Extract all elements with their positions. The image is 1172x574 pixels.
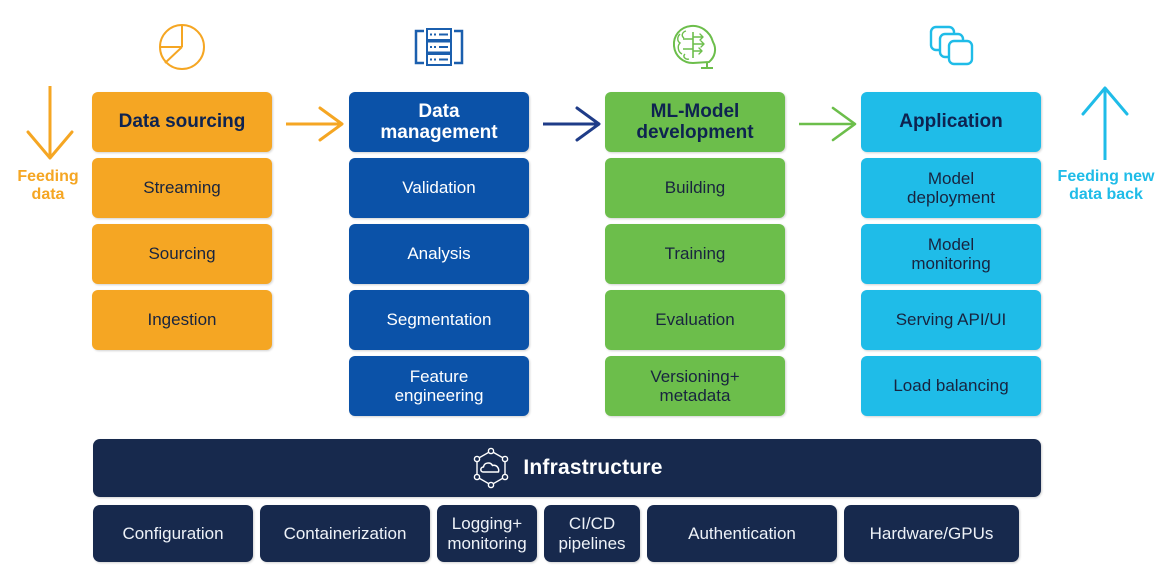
list-item-label: Sourcing — [148, 244, 216, 264]
list-item[interactable]: Serving API/UI — [861, 290, 1041, 350]
list-item[interactable]: Logging+ monitoring — [437, 505, 537, 562]
server-rack-icon — [349, 16, 529, 78]
list-item-label: Containerization — [283, 523, 407, 543]
column-header-line2: management — [380, 122, 498, 143]
list-item-label: Evaluation — [655, 310, 735, 330]
list-item[interactable]: Ingestion — [92, 290, 272, 350]
list-item-label-line2: monitoring — [447, 533, 527, 553]
list-item[interactable]: Training — [605, 224, 785, 284]
list-item-label: Logging+ — [451, 514, 523, 534]
column-header-application[interactable]: Application — [861, 92, 1041, 152]
list-item[interactable]: Streaming — [92, 158, 272, 218]
list-item-label: Authentication — [688, 523, 796, 543]
list-item[interactable]: Model deployment — [861, 158, 1041, 218]
feeding-data-label-line1: Feeding — [17, 168, 79, 185]
column-data-management: Data management Validation Analysis Segm… — [349, 92, 529, 422]
list-item-label-line2: pipelines — [558, 533, 626, 553]
list-item[interactable]: Building — [605, 158, 785, 218]
list-item-label: Segmentation — [386, 310, 492, 330]
column-header-ml-model-development[interactable]: ML-Model development — [605, 92, 785, 152]
column-header-line1: Data — [418, 100, 460, 122]
list-item-label: Feature — [409, 366, 469, 386]
list-item[interactable]: Hardware/GPUs — [844, 505, 1019, 562]
feeding-new-data-back-line2: data back — [1069, 186, 1143, 204]
list-item-label: Analysis — [407, 244, 471, 264]
list-item-label: Load balancing — [893, 376, 1009, 396]
list-item-label: Training — [664, 244, 726, 264]
infrastructure-title: Infrastructure — [523, 456, 663, 479]
arrow-right-icon — [541, 104, 603, 144]
diagram-canvas: Feeding data Feeding new data back Data … — [0, 0, 1172, 574]
column-header-data-sourcing[interactable]: Data sourcing — [92, 92, 272, 152]
arrow-up-icon — [1079, 84, 1131, 167]
list-item[interactable]: Evaluation — [605, 290, 785, 350]
list-item-label: CI/CD — [568, 514, 616, 534]
list-item[interactable]: Analysis — [349, 224, 529, 284]
feeding-new-data-back-label: Feeding new data back — [1044, 168, 1168, 204]
list-item[interactable]: Configuration — [93, 505, 253, 562]
feeding-new-data-back-line1: Feeding new — [1057, 168, 1155, 185]
arrow-right-icon — [797, 104, 859, 144]
list-item[interactable]: CI/CD pipelines — [544, 505, 640, 562]
column-ml-model-development: ML-Model development Building Training E… — [605, 92, 785, 422]
list-item[interactable]: Versioning+ metadata — [605, 356, 785, 416]
column-application: Application Model deployment Model monit… — [861, 92, 1041, 422]
feeding-data-label-line2: data — [31, 186, 65, 204]
list-item-label: Configuration — [122, 523, 224, 543]
list-item-label: Serving API/UI — [895, 310, 1007, 330]
cloud-hexagon-icon — [471, 447, 511, 489]
list-item[interactable]: Load balancing — [861, 356, 1041, 416]
infrastructure-bar[interactable]: Infrastructure — [93, 439, 1041, 497]
arrow-down-icon — [24, 84, 76, 167]
list-item-label: Versioning+ — [650, 366, 740, 386]
layers-icon — [861, 16, 1041, 78]
list-item[interactable]: Model monitoring — [861, 224, 1041, 284]
list-item-label-line2: deployment — [907, 188, 995, 207]
list-item[interactable]: Sourcing — [92, 224, 272, 284]
list-item-label: Building — [664, 178, 726, 198]
list-item-label: Ingestion — [147, 310, 217, 330]
list-item[interactable]: Segmentation — [349, 290, 529, 350]
pie-chart-icon — [92, 16, 272, 78]
list-item[interactable]: Validation — [349, 158, 529, 218]
list-item-label: Validation — [402, 178, 476, 198]
column-data-sourcing: Data sourcing Streaming Sourcing Ingesti… — [92, 92, 272, 356]
brain-head-icon — [605, 16, 785, 78]
feeding-data-label: Feeding data — [6, 168, 90, 204]
list-item-label: Model — [927, 234, 975, 254]
list-item[interactable]: Feature engineering — [349, 356, 529, 416]
column-header-data-management[interactable]: Data management — [349, 92, 529, 152]
list-item[interactable]: Authentication — [647, 505, 837, 562]
list-item[interactable]: Containerization — [260, 505, 430, 562]
list-item-label-line2: metadata — [659, 386, 731, 405]
list-item-label: Model — [927, 168, 975, 188]
column-header-line1: ML-Model — [650, 100, 740, 122]
infrastructure-items-row: Configuration Containerization Logging+ … — [93, 505, 1041, 562]
list-item-label-line2: engineering — [394, 386, 484, 405]
list-item-label: Streaming — [143, 178, 221, 198]
column-header-line2: development — [636, 122, 754, 143]
arrow-right-icon — [284, 104, 346, 144]
list-item-label: Hardware/GPUs — [869, 523, 994, 543]
list-item-label-line2: monitoring — [911, 254, 991, 273]
